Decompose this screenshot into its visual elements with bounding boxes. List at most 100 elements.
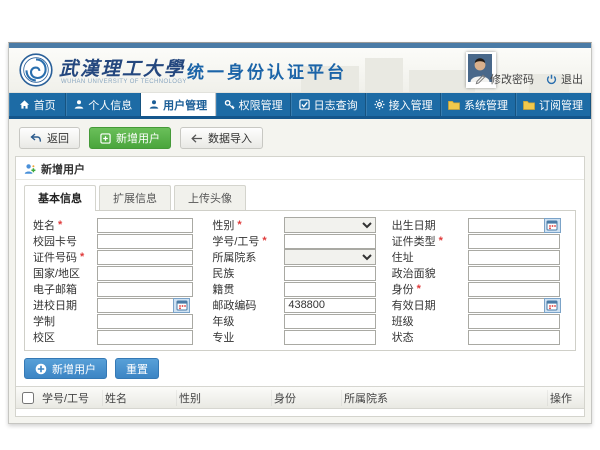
section-title: 新增用户 bbox=[41, 161, 85, 177]
nav-item-label: 系统管理 bbox=[464, 97, 508, 113]
nav-item-0[interactable]: 首页 bbox=[9, 93, 66, 116]
nav-item-2[interactable]: 用户管理 bbox=[141, 93, 216, 116]
nav-item-1[interactable]: 个人信息 bbox=[66, 93, 141, 116]
data-import-button[interactable]: 数据导入 bbox=[180, 127, 263, 149]
field-text-input[interactable] bbox=[97, 314, 193, 329]
add-user-toolbar-button[interactable]: 新增用户 bbox=[89, 127, 171, 149]
field-text-input[interactable] bbox=[284, 298, 376, 313]
toolbar: 返回 新增用户 数据导入 bbox=[9, 119, 591, 156]
form-field: 学制 bbox=[33, 314, 208, 328]
required-marker: * bbox=[262, 235, 266, 247]
field-text-input[interactable] bbox=[284, 234, 376, 249]
folder-icon bbox=[448, 100, 460, 110]
field-label: 所属院系 bbox=[212, 249, 256, 265]
field-text-input[interactable] bbox=[468, 250, 560, 265]
new-user-panel: 新增用户 基本信息扩展信息上传头像 姓名*性别*出生日期校园卡号学号/工号*证件… bbox=[15, 156, 585, 417]
field-text-input[interactable] bbox=[97, 250, 193, 265]
nav-item-3[interactable]: 权限管理 bbox=[216, 93, 291, 116]
field-text-input[interactable] bbox=[468, 282, 560, 297]
form-field: 进校日期 bbox=[33, 298, 208, 312]
logout-link[interactable]: 退出 bbox=[546, 71, 583, 87]
field-text-input[interactable] bbox=[284, 266, 376, 281]
calendar-icon[interactable] bbox=[173, 298, 190, 313]
field-label: 校区 bbox=[33, 329, 55, 345]
reset-button-label: 重置 bbox=[126, 361, 148, 377]
calendar-icon[interactable] bbox=[544, 218, 561, 233]
form-field: 电子邮箱 bbox=[33, 282, 208, 296]
field-date-input[interactable] bbox=[468, 218, 544, 233]
field-text-input[interactable] bbox=[468, 266, 560, 281]
add-user-submit-button[interactable]: 新增用户 bbox=[24, 358, 107, 379]
form-field: 证件号码* bbox=[33, 250, 208, 264]
form-field: 性别* bbox=[212, 218, 387, 232]
field-label: 身份 bbox=[392, 281, 414, 297]
form-field: 民族 bbox=[212, 266, 387, 280]
nav-item-label: 订阅管理 bbox=[539, 97, 583, 113]
field-select[interactable] bbox=[284, 249, 376, 265]
nav-item-label: 权限管理 bbox=[239, 97, 283, 113]
form-field: 证件类型* bbox=[392, 234, 567, 248]
field-label: 籍贯 bbox=[212, 281, 234, 297]
table-header: 学号/工号姓名性别身份所属院系操作 bbox=[16, 386, 584, 409]
nav-item-7[interactable]: 订阅管理 bbox=[516, 93, 591, 116]
section-header: 新增用户 bbox=[16, 157, 584, 180]
field-label: 姓名 bbox=[33, 217, 55, 233]
university-logo-icon bbox=[19, 53, 53, 87]
tab-2[interactable]: 上传头像 bbox=[174, 185, 246, 210]
form-grid: 姓名*性别*出生日期校园卡号学号/工号*证件类型*证件号码*所属院系住址国家/地… bbox=[24, 210, 576, 351]
reset-button[interactable]: 重置 bbox=[115, 358, 159, 379]
form-field: 邮政编码 bbox=[212, 298, 387, 312]
header: 武漢理工大學 WUHAN UNIVERSITY OF TECHNOLOGY 统一… bbox=[9, 48, 591, 93]
field-date-input[interactable] bbox=[97, 298, 173, 313]
change-password-label: 修改密码 bbox=[490, 71, 534, 87]
field-text-input[interactable] bbox=[284, 314, 376, 329]
required-marker: * bbox=[237, 219, 241, 231]
nav-item-4[interactable]: 日志查询 bbox=[291, 93, 366, 116]
person-icon bbox=[149, 99, 159, 110]
home-icon bbox=[19, 99, 30, 110]
nav-item-6[interactable]: 系统管理 bbox=[441, 93, 516, 116]
back-button[interactable]: 返回 bbox=[19, 127, 80, 149]
field-date-input[interactable] bbox=[468, 298, 544, 313]
field-text-input[interactable] bbox=[468, 330, 560, 345]
add-user-icon bbox=[100, 133, 111, 144]
select-all-checkbox[interactable] bbox=[22, 392, 34, 404]
field-label: 学号/工号 bbox=[212, 233, 259, 249]
nav-item-5[interactable]: 接入管理 bbox=[366, 93, 441, 116]
table-col-header: 性别 bbox=[177, 390, 272, 406]
required-marker: * bbox=[80, 251, 84, 263]
field-text-input[interactable] bbox=[468, 234, 560, 249]
university-name-en: WUHAN UNIVERSITY OF TECHNOLOGY bbox=[61, 79, 187, 85]
calendar-icon[interactable] bbox=[544, 298, 561, 313]
tab-1[interactable]: 扩展信息 bbox=[99, 185, 171, 210]
field-text-input[interactable] bbox=[468, 314, 560, 329]
change-password-link[interactable]: 修改密码 bbox=[475, 71, 534, 87]
logout-label: 退出 bbox=[561, 71, 583, 87]
field-text-input[interactable] bbox=[284, 282, 376, 297]
form-field: 年级 bbox=[212, 314, 387, 328]
form-field: 住址 bbox=[392, 250, 567, 264]
back-arrow-icon bbox=[30, 133, 42, 143]
tab-0[interactable]: 基本信息 bbox=[24, 185, 96, 210]
form-field: 状态 bbox=[392, 330, 567, 344]
add-user-section-icon bbox=[24, 163, 36, 175]
field-select[interactable] bbox=[284, 217, 376, 233]
table-col-header: 操作 bbox=[548, 390, 584, 406]
field-text-input[interactable] bbox=[97, 218, 193, 233]
form-field: 政治面貌 bbox=[392, 266, 567, 280]
app-window: 武漢理工大學 WUHAN UNIVERSITY OF TECHNOLOGY 统一… bbox=[8, 42, 592, 424]
pencil-icon bbox=[475, 74, 486, 85]
field-label: 住址 bbox=[392, 249, 414, 265]
folder-icon bbox=[523, 100, 535, 110]
field-text-input[interactable] bbox=[284, 330, 376, 345]
form-field: 学号/工号* bbox=[212, 234, 387, 248]
nav-item-label: 接入管理 bbox=[389, 97, 433, 113]
form-actions: 新增用户 重置 bbox=[16, 351, 584, 386]
field-text-input[interactable] bbox=[97, 330, 193, 345]
field-text-input[interactable] bbox=[97, 266, 193, 281]
header-links: 修改密码 退出 bbox=[475, 71, 583, 87]
field-text-input[interactable] bbox=[97, 234, 193, 249]
field-text-input[interactable] bbox=[97, 282, 193, 297]
field-label: 学制 bbox=[33, 313, 55, 329]
required-marker: * bbox=[417, 283, 421, 295]
